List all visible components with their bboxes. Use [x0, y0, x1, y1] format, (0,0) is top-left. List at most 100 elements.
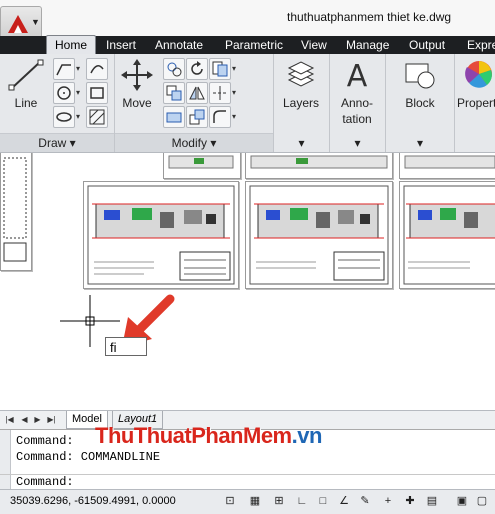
chevron-down-icon[interactable]: ▾ [232, 64, 236, 73]
drawing-sheet [163, 153, 241, 179]
scale-button[interactable] [186, 106, 208, 128]
drawing-canvas[interactable] [0, 153, 495, 409]
chevron-down-icon[interactable]: ▾ [76, 64, 80, 73]
ribbon: Line ▾ ▾ ▾ Draw ▾ Move ▾ ▾ ▾ Modify ▾ La… [0, 54, 495, 153]
rectangle-button[interactable] [86, 82, 108, 104]
ellipse-icon [56, 112, 72, 122]
object-snap-icon[interactable]: □ [315, 493, 331, 509]
chevron-down-icon: ▾ [298, 136, 305, 150]
rotate-copy-button[interactable] [163, 58, 185, 80]
layers-button[interactable]: Layers [276, 58, 326, 118]
tab-home[interactable]: Home [46, 35, 97, 56]
fillet-icon [213, 86, 227, 100]
svg-text:A: A [347, 59, 368, 92]
rotate-icon [191, 61, 203, 75]
lineweight-icon[interactable]: ✚ [402, 493, 418, 509]
array-button[interactable] [209, 106, 231, 128]
trim-icon [212, 61, 228, 77]
layout-space-icon[interactable]: ▢ [474, 493, 490, 509]
block-label: Block [405, 96, 435, 110]
watermark-logo: ThuThuatPhanMem.vn [95, 423, 322, 449]
dynamic-input-icon[interactable]: + [380, 493, 396, 509]
tab-manage[interactable]: Manage [346, 36, 389, 54]
chevron-down-icon: ▾ [416, 136, 424, 150]
ribbon-tab-bar: Home Insert Annotate Parametric View Man… [0, 35, 495, 56]
command-history-line-2: Command: COMMANDLINE [16, 450, 161, 464]
first-layout-icon[interactable]: |◀ [5, 414, 14, 425]
next-layout-icon[interactable]: ▶ [33, 414, 42, 425]
annotation-panel: A Anno- tation ▾ [330, 54, 386, 152]
drawing-sheet-3 [399, 181, 495, 289]
layers-panel: Layers ▾ [274, 54, 330, 152]
block-button[interactable]: Block [394, 58, 446, 118]
object-snap-tracking-icon[interactable]: ✎ [357, 493, 373, 509]
move-button[interactable]: Move [117, 58, 157, 118]
circle-icon [57, 86, 71, 100]
drawing-sheet-1 [83, 181, 239, 289]
drawing-sheet-2 [245, 181, 393, 289]
mirror-icon [189, 86, 205, 100]
mirror-button[interactable] [186, 82, 208, 104]
infer-constraints-icon[interactable]: ⊡ [222, 493, 238, 509]
window-title: thuthuatphanmem thiet ke.dwg [287, 10, 452, 24]
modify-panel-title[interactable]: Modify ▾ [115, 133, 273, 152]
status-bar: 35039.6296, -61509.4991, 0.0000 ⊡ ▦ ⊞ ∟ … [0, 489, 495, 514]
properties-label: Propert [457, 96, 495, 110]
chevron-down-icon: ▼ [31, 17, 40, 27]
annotation-button[interactable]: A Anno- tation [332, 58, 382, 130]
tab-insert[interactable]: Insert [106, 36, 136, 54]
ellipse-button[interactable] [53, 106, 75, 128]
chevron-down-icon[interactable]: ▾ [76, 112, 80, 121]
watermark-part2: PhanMem [191, 423, 292, 448]
polyline-icon [56, 64, 71, 76]
rectangle-icon [90, 87, 104, 99]
chevron-down-icon[interactable]: ▾ [232, 88, 236, 97]
model-space-icon[interactable]: ▣ [454, 493, 470, 509]
grid-icon[interactable]: ▦ [247, 493, 263, 509]
move-label: Move [122, 96, 152, 110]
copy-icon [167, 62, 182, 77]
layers-panel-expander[interactable]: ▾ [274, 134, 329, 152]
dynamic-input-box[interactable]: fi [105, 337, 147, 356]
tab-view[interactable]: View [301, 36, 327, 54]
layers-label: Layers [282, 96, 320, 110]
tab-output[interactable]: Output [409, 36, 445, 54]
array-icon [213, 110, 226, 123]
modify-panel: Move ▾ ▾ ▾ Modify ▾ [115, 54, 274, 152]
drawing-sheet [245, 153, 393, 179]
tab-parametric[interactable]: Parametric [225, 36, 283, 54]
tab-annotate[interactable]: Annotate [155, 36, 203, 54]
layers-icon [287, 61, 315, 87]
tab-express[interactable]: Expre [467, 36, 495, 54]
annotation-label-line1: Anno- [340, 96, 374, 110]
copy-object-icon [166, 85, 182, 101]
chevron-down-icon: ▾ [354, 136, 361, 150]
sheet-content-icon [3, 157, 27, 262]
chevron-down-icon[interactable]: ▾ [76, 88, 80, 97]
chevron-down-icon[interactable]: ▾ [232, 112, 236, 121]
trim-button[interactable] [209, 58, 231, 80]
annotation-panel-expander[interactable]: ▾ [330, 134, 385, 152]
arc-button[interactable] [86, 58, 108, 80]
last-layout-icon[interactable]: ▶| [47, 414, 56, 425]
quick-properties-icon[interactable]: ▤ [424, 493, 440, 509]
application-menu-button[interactable]: ▼ [0, 6, 42, 40]
rotate-button[interactable] [186, 58, 208, 80]
polar-tracking-icon[interactable]: ∟ [294, 493, 310, 509]
fillet-button[interactable] [209, 82, 231, 104]
hatch-button[interactable] [86, 106, 108, 128]
coordinate-readout[interactable]: 35039.6296, -61509.4991, 0.0000 [10, 495, 176, 507]
snap-icon[interactable]: ⊞ [271, 493, 287, 509]
stretch-button[interactable] [163, 106, 185, 128]
block-panel-expander[interactable]: ▾ [386, 134, 454, 152]
polyline-button[interactable] [53, 58, 75, 80]
watermark-part3: .vn [291, 423, 323, 448]
draw-panel-title[interactable]: Draw ▾ [0, 133, 114, 152]
line-button[interactable]: Line [6, 58, 46, 118]
copy-button[interactable] [163, 82, 185, 104]
circle-button[interactable] [53, 82, 75, 104]
floor-plan-icon [403, 185, 495, 285]
prev-layout-icon[interactable]: ◀ [20, 414, 29, 425]
properties-button[interactable]: Propert [455, 58, 495, 118]
ortho-icon[interactable]: ∠ [336, 493, 352, 509]
